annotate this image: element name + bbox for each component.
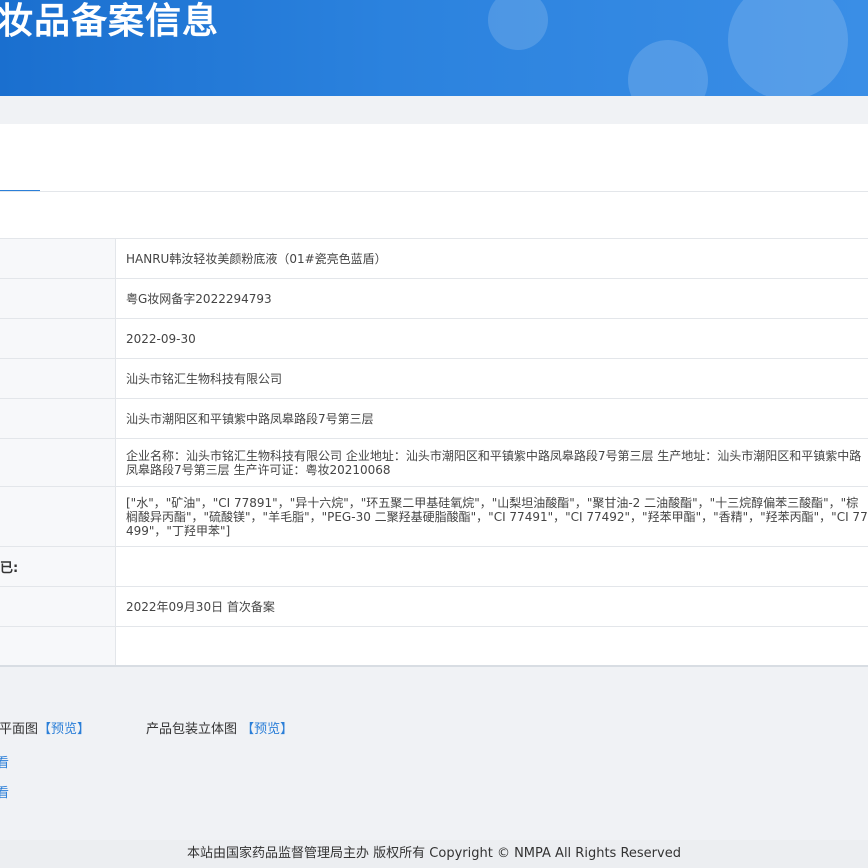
table-row: ["水"，"矿油"，"CI 77891"，"异十六烷"，"环五聚二甲基硅氧烷"，… [0, 486, 868, 547]
row-label [0, 278, 116, 319]
row-label [0, 358, 116, 399]
flat-image-label: 装平面图 [0, 722, 39, 737]
row-label: 已: [0, 546, 116, 587]
registrant-address-value: 汕头市潮阳区和平镇紫中路凤皋路段7号第三层 [115, 398, 868, 439]
row-label [0, 318, 116, 359]
registrant-value: 汕头市铭汇生物科技有限公司 [115, 358, 868, 399]
table-row: 汕头市铭汇生物科技有限公司 [0, 358, 868, 399]
row-label [0, 438, 116, 487]
manufacturer-info-value: 企业名称：汕头市铭汇生物科技有限公司 企业地址：汕头市潮阳区和平镇紫中路凤皋路段… [115, 438, 868, 487]
view-link[interactable]: 看 [0, 782, 9, 801]
record-date-value: 2022-09-30 [115, 318, 868, 359]
change-history-value: 2022年09月30日 首次备案 [115, 586, 868, 627]
table-row: HANRU韩汝轻妆美颜粉底液（01#瓷亮色蓝盾） [0, 238, 868, 279]
manufacturer-info-text: 企业名称：汕头市铭汇生物科技有限公司 企业地址：汕头市潮阳区和平镇紫中路凤皋路段… [126, 448, 862, 477]
table-row: 粤G妆网备字2022294793 [0, 278, 868, 319]
footer: 本站由国家药品监督管理局主办 版权所有 Copyright © NMPA All… [0, 840, 868, 868]
table-row: 企业名称：汕头市铭汇生物科技有限公司 企业地址：汕头市潮阳区和平镇紫中路凤皋路段… [0, 438, 868, 487]
row-label [0, 586, 116, 627]
flat-image-preview-link[interactable]: 【预览】 [38, 722, 90, 737]
product-name-value: HANRU韩汝轻妆美颜粉底液（01#瓷亮色蓝盾） [115, 238, 868, 279]
stereo-image-preview-link[interactable]: 【预览】 [241, 722, 293, 737]
page-title: 化妆品备案信息 [0, 1, 220, 42]
banner-decoration-icon [488, 0, 848, 96]
row-label [0, 398, 116, 439]
ingredients-text: ["水"，"矿油"，"CI 77891"，"异十六烷"，"环五聚二甲基硅氧烷"，… [126, 495, 868, 538]
table-row [0, 626, 868, 667]
stereo-image-item: 产品包装立体图 【预览】 [146, 718, 293, 737]
empty-value [115, 626, 868, 667]
header-banner: 化妆品备案信息 [0, 0, 868, 96]
empty-value [115, 546, 868, 587]
table-bottom-border [0, 665, 868, 667]
table-row: 2022年09月30日 首次备案 [0, 586, 868, 627]
record-number-value: 粤G妆网备字2022294793 [115, 278, 868, 319]
footer-copyright: 本站由国家药品监督管理局主办 版权所有 Copyright © NMPA All… [187, 846, 681, 861]
flat-image-item: 装平面图【预览】 [0, 718, 90, 737]
table-row: 已: [0, 546, 868, 587]
stereo-image-label: 产品包装立体图 [146, 722, 238, 737]
row-label [0, 626, 116, 667]
info-table: HANRU韩汝轻妆美颜粉底液（01#瓷亮色蓝盾） 粤G妆网备字202229479… [0, 238, 868, 667]
tab-divider [0, 191, 868, 192]
view-link[interactable]: 看 [0, 752, 9, 771]
row-label [0, 486, 116, 547]
table-row: 汕头市潮阳区和平镇紫中路凤皋路段7号第三层 [0, 398, 868, 439]
row-label [0, 238, 116, 279]
ingredients-value: ["水"，"矿油"，"CI 77891"，"异十六烷"，"环五聚二甲基硅氧烷"，… [115, 486, 868, 547]
table-row: 2022-09-30 [0, 318, 868, 359]
